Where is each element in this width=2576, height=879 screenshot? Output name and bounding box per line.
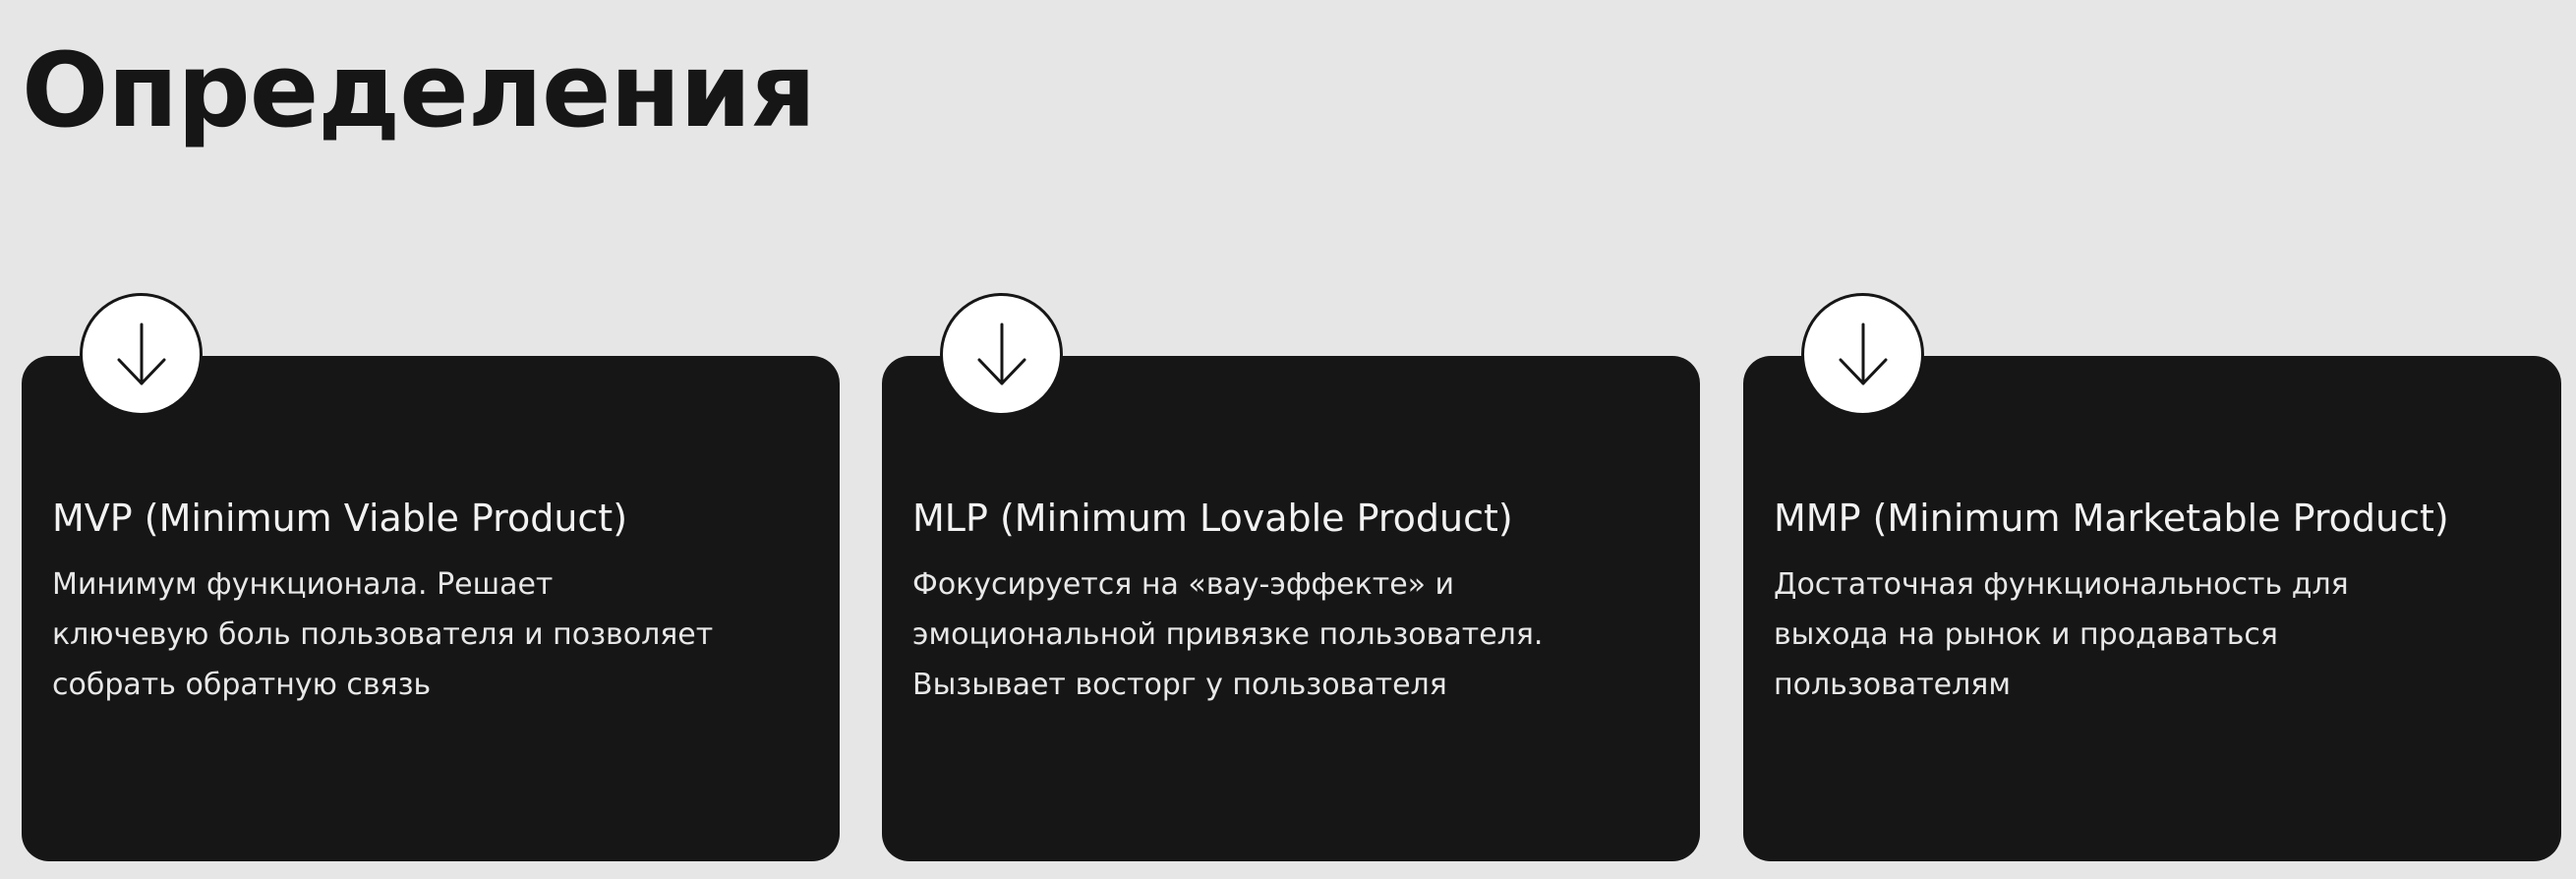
card-description: Достаточная функциональность для выхода … xyxy=(1774,559,2462,710)
card-description: Фокусируется на «вау-эффекте» и эмоциона… xyxy=(912,559,1601,710)
card-description-line: Достаточная функциональность для xyxy=(1774,567,2349,602)
definition-card-mvp: MVP (Minimum Viable Product) Минимум фун… xyxy=(22,293,840,861)
arrow-down-badge xyxy=(940,293,1063,416)
card-description-line: Минимум функционала. Решает xyxy=(52,567,554,602)
card-title: MVP (Minimum Viable Product) xyxy=(52,497,628,540)
page-title: Определения xyxy=(22,30,816,150)
card-description-line: собрать обратную связь xyxy=(52,668,432,702)
card-description-line: Фокусируется на «вау-эффекте» и xyxy=(912,567,1455,602)
card-title: MMP (Minimum Marketable Product) xyxy=(1774,497,2449,540)
arrow-down-icon xyxy=(1839,322,1887,384)
definition-card-mmp: MMP (Minimum Marketable Product) Достато… xyxy=(1743,293,2561,861)
card-description-line: Вызывает восторг у пользователя xyxy=(912,668,1447,702)
card-description-line: пользователям xyxy=(1774,668,2011,702)
card-description-line: эмоциональной привязке пользователя. xyxy=(912,617,1544,652)
arrow-down-badge xyxy=(80,293,203,416)
card-title: MLP (Minimum Lovable Product) xyxy=(912,497,1513,540)
arrow-down-badge xyxy=(1801,293,1924,416)
arrow-down-icon xyxy=(117,322,165,384)
card-description-line: ключевую боль пользователя и позволяет xyxy=(52,617,714,652)
arrow-down-icon xyxy=(977,322,1025,384)
card-description: Минимум функционала. Решает ключевую бол… xyxy=(52,559,740,710)
definition-card-mlp: MLP (Minimum Lovable Product) Фокусирует… xyxy=(882,293,1700,861)
card-description-line: выхода на рынок и продаваться xyxy=(1774,617,2278,652)
definitions-cards: MVP (Minimum Viable Product) Минимум фун… xyxy=(22,293,2561,863)
